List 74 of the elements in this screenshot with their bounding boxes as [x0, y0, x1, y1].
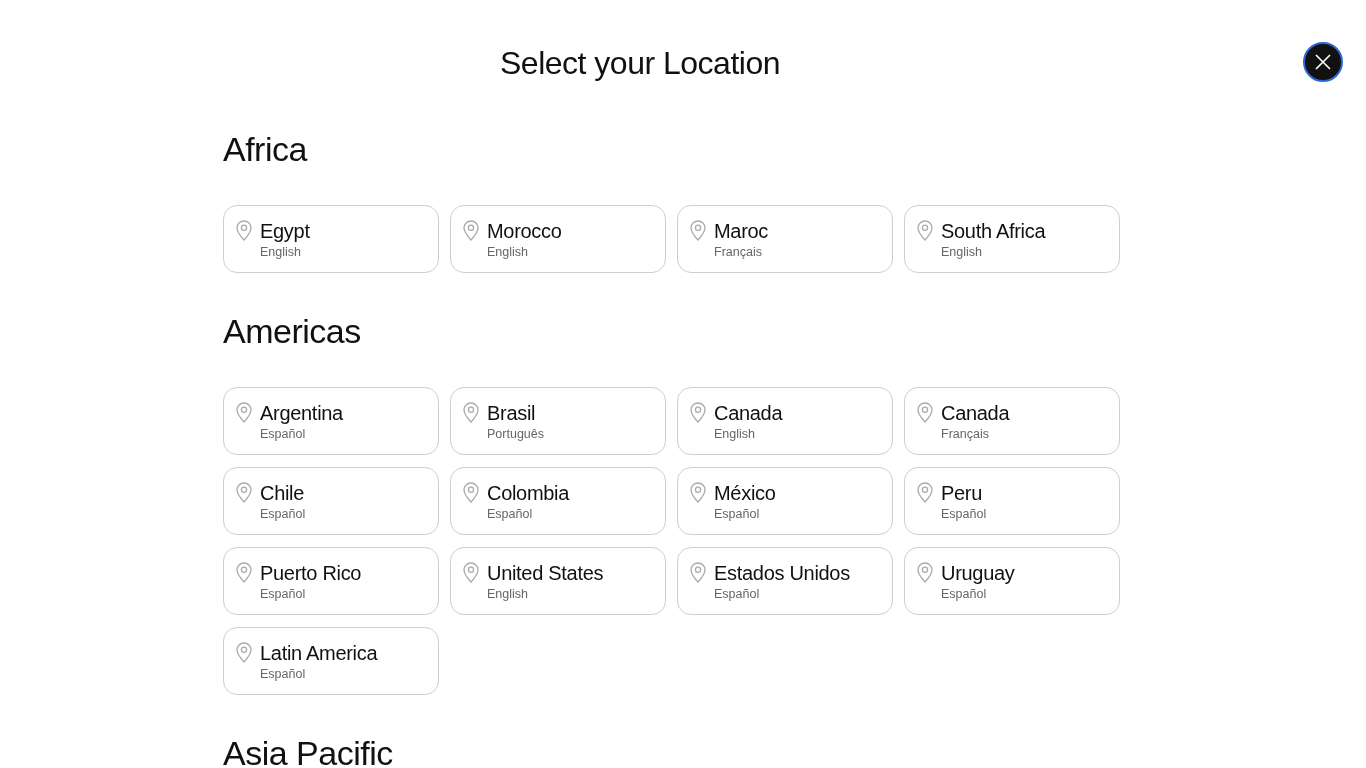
- country-name: Latin America: [260, 641, 378, 665]
- location-pin-icon: [690, 562, 706, 584]
- location-card[interactable]: Argentina Español: [223, 387, 439, 455]
- language-label: Español: [714, 586, 760, 602]
- language-label: English: [487, 244, 528, 260]
- location-pin-icon: [236, 402, 252, 424]
- location-pin-icon: [463, 482, 479, 504]
- location-pin-icon: [236, 482, 252, 504]
- location-pin-icon: [463, 562, 479, 584]
- close-icon: [1315, 54, 1331, 70]
- language-label: English: [714, 426, 755, 442]
- location-pin-icon: [236, 642, 252, 664]
- country-name: Puerto Rico: [260, 561, 362, 585]
- location-card[interactable]: Puerto Rico Español: [223, 547, 439, 615]
- location-pin-icon: [690, 482, 706, 504]
- region-heading: Americas: [223, 311, 361, 351]
- country-name: Colombia: [487, 481, 570, 505]
- country-name: Estados Unidos: [714, 561, 850, 585]
- location-card[interactable]: Canada Français: [904, 387, 1120, 455]
- language-label: Español: [260, 426, 306, 442]
- country-name: Chile: [260, 481, 305, 505]
- location-card[interactable]: Brasil Português: [450, 387, 666, 455]
- language-label: English: [487, 586, 528, 602]
- location-card[interactable]: Peru Español: [904, 467, 1120, 535]
- language-label: Español: [260, 506, 306, 522]
- dialog-title: Select your Location: [499, 44, 781, 83]
- location-pin-icon: [917, 482, 933, 504]
- country-name: Brasil: [487, 401, 536, 425]
- language-label: Français: [941, 426, 989, 442]
- country-name: United States: [487, 561, 604, 585]
- location-card[interactable]: South Africa English: [904, 205, 1120, 273]
- location-card[interactable]: Egypt English: [223, 205, 439, 273]
- language-label: Español: [714, 506, 760, 522]
- language-label: Français: [714, 244, 762, 260]
- country-name: Maroc: [714, 219, 769, 243]
- location-pin-icon: [917, 402, 933, 424]
- language-label: Español: [260, 586, 306, 602]
- location-card[interactable]: Uruguay Español: [904, 547, 1120, 615]
- close-button[interactable]: [1303, 42, 1343, 82]
- location-card[interactable]: Colombia Español: [450, 467, 666, 535]
- country-name: Argentina: [260, 401, 343, 425]
- country-name: Morocco: [487, 219, 562, 243]
- location-pin-icon: [236, 562, 252, 584]
- location-card[interactable]: Canada English: [677, 387, 893, 455]
- language-label: Español: [941, 506, 987, 522]
- language-label: Español: [941, 586, 987, 602]
- language-label: Español: [487, 506, 533, 522]
- language-label: Português: [487, 426, 544, 442]
- region-heading: Asia Pacific: [223, 733, 393, 768]
- location-card[interactable]: Latin America Español: [223, 627, 439, 695]
- location-card[interactable]: Morocco English: [450, 205, 666, 273]
- country-name: South Africa: [941, 219, 1046, 243]
- language-label: English: [260, 244, 301, 260]
- location-pin-icon: [463, 220, 479, 242]
- country-name: Uruguay: [941, 561, 1015, 585]
- country-name: Canada: [714, 401, 783, 425]
- location-pin-icon: [917, 562, 933, 584]
- country-name: Canada: [941, 401, 1010, 425]
- location-pin-icon: [690, 402, 706, 424]
- country-name: México: [714, 481, 776, 505]
- language-label: English: [941, 244, 982, 260]
- location-card[interactable]: United States English: [450, 547, 666, 615]
- location-pin-icon: [690, 220, 706, 242]
- location-pin-icon: [236, 220, 252, 242]
- location-pin-icon: [463, 402, 479, 424]
- language-label: Español: [260, 666, 306, 682]
- location-card[interactable]: Maroc Français: [677, 205, 893, 273]
- region-heading: Africa: [223, 129, 307, 169]
- location-card[interactable]: Chile Español: [223, 467, 439, 535]
- country-name: Egypt: [260, 219, 310, 243]
- location-card[interactable]: México Español: [677, 467, 893, 535]
- location-pin-icon: [917, 220, 933, 242]
- country-name: Peru: [941, 481, 983, 505]
- location-card[interactable]: Estados Unidos Español: [677, 547, 893, 615]
